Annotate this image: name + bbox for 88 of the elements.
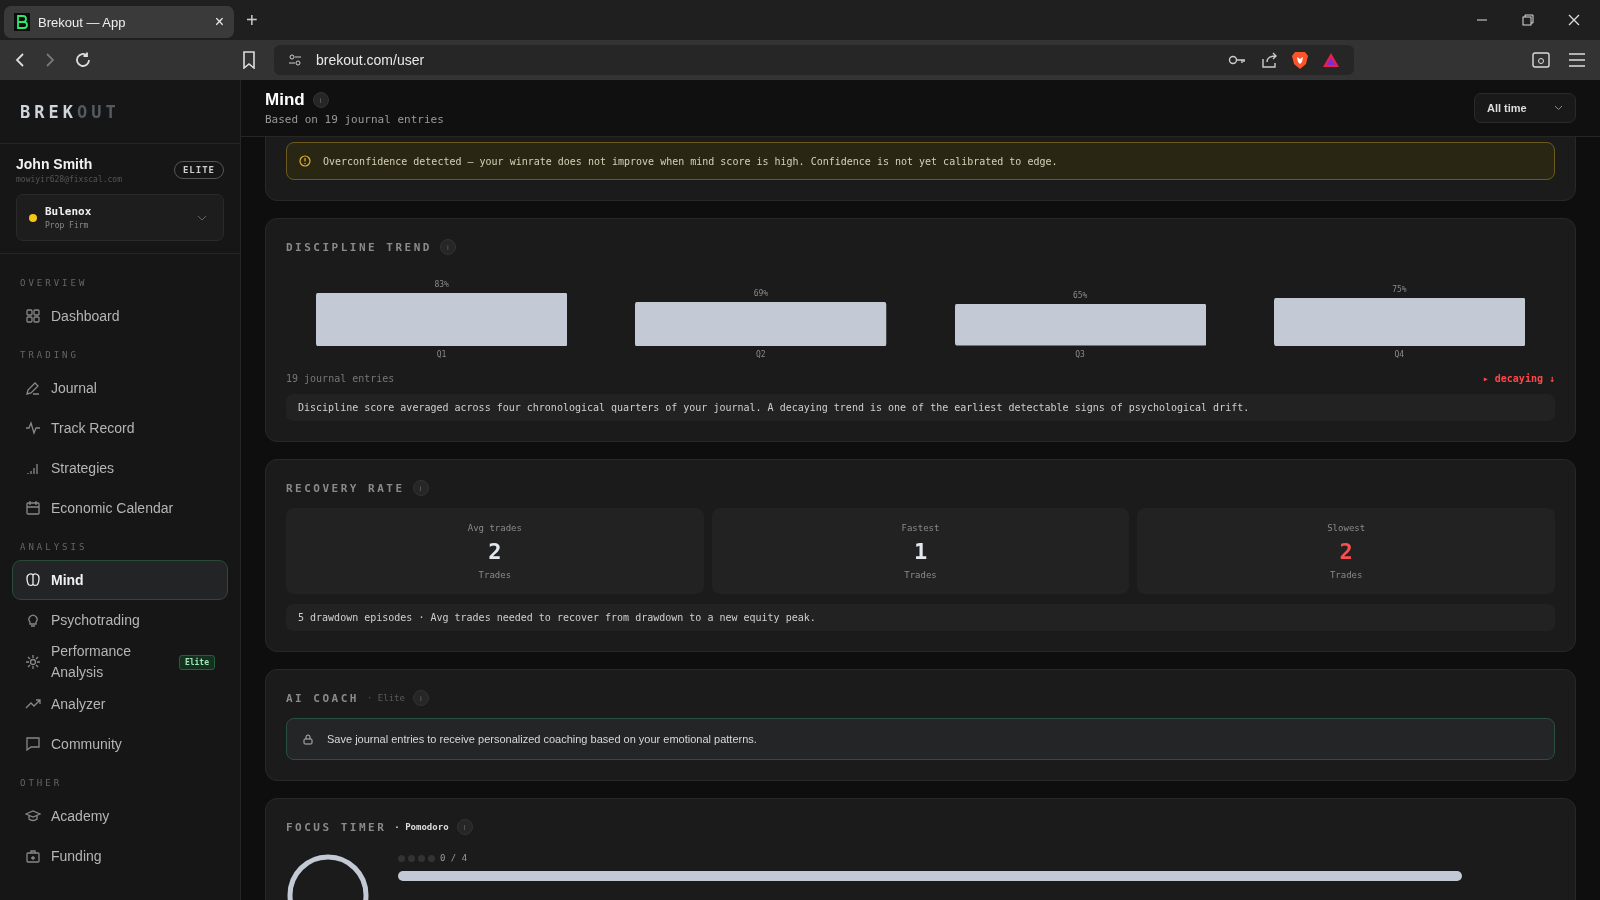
grid-icon (25, 308, 41, 324)
key-icon[interactable] (1228, 54, 1246, 66)
bookmark-icon[interactable] (242, 51, 256, 69)
stat-value: 1 (913, 538, 928, 564)
cap-icon (25, 808, 41, 824)
nav-item[interactable]: Dashboard (12, 296, 228, 336)
sidebar-toggle-icon[interactable] (1532, 52, 1550, 68)
close-icon[interactable] (1568, 14, 1580, 26)
nav-item[interactable]: Performance Analysis Elite (12, 640, 228, 684)
nav-item[interactable]: Mind (12, 560, 228, 600)
lion-shield-icon[interactable] (1292, 51, 1308, 69)
app-favicon-icon (14, 13, 30, 31)
nav-item[interactable]: Community (12, 724, 228, 764)
stat-label: Fastest (901, 522, 940, 533)
entries-count: 19 journal entries (286, 373, 395, 384)
explanation-note: Discipline score averaged across four chronological quarters of your journal. A decaying trend is one of the earliest detectable signs of psychological drift. (286, 394, 1555, 421)
card-title: DISCIPLINE TREND (286, 240, 432, 254)
section-heading: ANALYSIS (19, 541, 89, 554)
stat-unit: Trades (1329, 569, 1363, 580)
coach-message: Save journal entries to receive personalized coaching based on your emotional patterns. (327, 733, 757, 745)
nav-item[interactable]: Strategies (12, 448, 228, 488)
category-label: Q4 (1394, 350, 1405, 359)
stat-value: 2 (488, 538, 502, 564)
forward-icon[interactable] (44, 52, 56, 68)
tab-title: Brekout — App (38, 14, 127, 30)
restore-icon[interactable] (1522, 14, 1534, 26)
value-label: 69% (753, 288, 769, 298)
browser-tab[interactable]: Brekout — App × (4, 6, 234, 38)
section-heading: OTHER (19, 777, 64, 790)
page-subtitle: Based on 19 journal entries (265, 113, 444, 126)
category-label: Q3 (1075, 350, 1085, 359)
nav-item[interactable]: Journal (12, 368, 228, 408)
alert-message: Overconfidence detected — your winrate does not improve when mind score is high. Confidence is not yet calibrated to edge. (323, 155, 1058, 167)
value-label: 75% (1392, 285, 1407, 294)
chevron-down-icon (197, 214, 207, 221)
card-title: AI COACH (286, 691, 359, 705)
nav-item[interactable]: Funding (12, 836, 228, 876)
period-dropdown[interactable]: All time (1474, 93, 1576, 123)
triangle-icon[interactable] (1322, 52, 1340, 68)
chat-icon (25, 736, 41, 752)
logo-wordmark: BREK OUT (0, 80, 240, 144)
nav-item[interactable]: Analyzer (12, 684, 228, 724)
menu-icon[interactable] (1568, 53, 1586, 67)
mode-label: · Pomodoro (394, 822, 449, 832)
page-title: Mind (265, 90, 305, 110)
card-title: FOCUS TIMER (286, 820, 387, 834)
lock-icon (303, 733, 313, 745)
card-title: RECOVERY RATE (286, 481, 405, 495)
stat-label: Slowest (1327, 522, 1366, 533)
bulb-icon (25, 612, 41, 628)
nav-item[interactable]: Economic Calendar (12, 488, 228, 528)
category-label: Q2 (756, 350, 766, 359)
value-label: 65% (1072, 291, 1088, 301)
account-selector[interactable]: Bulenox Prop Firm (16, 194, 224, 241)
explanation-note: 5 drawdown episodes · Avg trades needed to recover from drawdown to a new equity peak. (286, 604, 1555, 631)
stat-unit: Trades (904, 569, 937, 580)
warning-icon (299, 155, 311, 167)
user-name: John Smith (16, 156, 94, 172)
stat-unit: Trades (478, 569, 512, 580)
url-text: brekout.com/user (316, 52, 425, 68)
share-icon[interactable] (1260, 51, 1278, 69)
nav-item[interactable]: Academy (12, 796, 228, 836)
site-settings-icon[interactable] (288, 53, 302, 67)
chevron-down-icon (1554, 105, 1563, 111)
new-tab-button[interactable]: + (246, 8, 258, 32)
tier-label: · Elite (367, 693, 405, 703)
category-label: Q1 (436, 350, 447, 359)
nav-item[interactable]: Track Record (12, 408, 228, 448)
back-icon[interactable] (14, 52, 26, 68)
close-tab-button[interactable]: × (214, 13, 224, 31)
stat-value: 2 (1339, 538, 1353, 564)
sun-icon (25, 654, 41, 670)
section-heading: TRADING (19, 349, 80, 362)
brain-icon (25, 572, 41, 588)
pulse-icon (25, 420, 41, 436)
reload-icon[interactable] (74, 51, 92, 69)
nav-item[interactable]: Psychotrading (12, 600, 228, 640)
stat-label: Avg trades (467, 522, 522, 533)
address-bar[interactable]: brekout.com/user (274, 45, 1354, 75)
section-heading: OVERVIEW (19, 277, 89, 290)
value-label: 83% (434, 279, 449, 289)
elite-badge: Elite (178, 654, 215, 670)
user-email: mowiyir628@fixscal.com (16, 175, 122, 184)
calendar-icon (25, 500, 41, 516)
pen-icon (25, 380, 41, 396)
session-count: 0 / 4 (440, 853, 468, 863)
case-icon (25, 848, 41, 864)
trend-label: ▸ decaying ↓ (1482, 373, 1555, 384)
